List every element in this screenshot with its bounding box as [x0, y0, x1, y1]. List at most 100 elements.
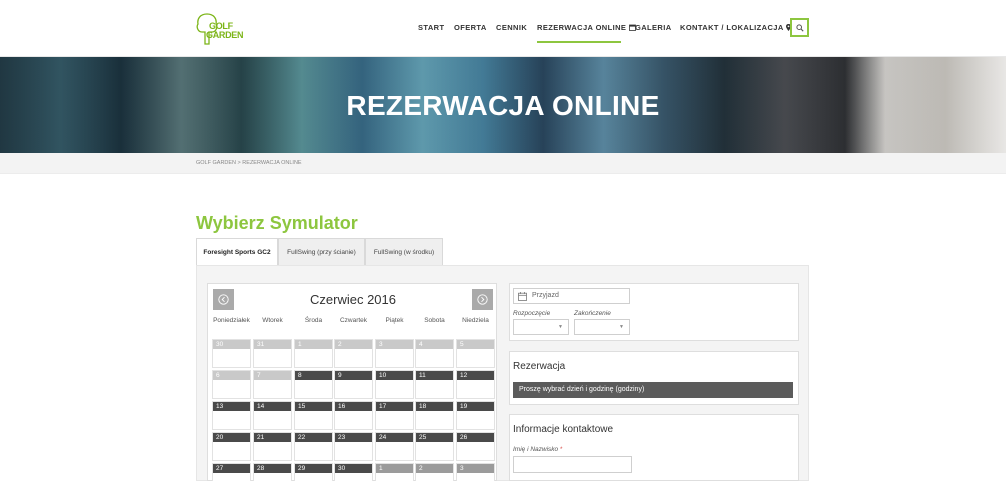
nav-oferta[interactable]: OFERTA [454, 23, 487, 32]
calendar-day-number: 30 [213, 340, 250, 349]
search-icon [795, 23, 804, 32]
contact-info-title: Informacje kontaktowe [513, 424, 614, 435]
day-of-week-header: Sobota [424, 317, 445, 324]
calendar-day-number: 22 [295, 433, 332, 442]
calendar-day-cell[interactable]: 10 [375, 370, 414, 399]
name-input[interactable] [513, 456, 632, 473]
calendar-day-number: 6 [213, 371, 250, 380]
calendar-day-cell[interactable]: 9 [334, 370, 373, 399]
calendar-day-cell[interactable]: 16 [334, 401, 373, 430]
calendar-day-number: 1 [295, 340, 332, 349]
calendar-day-cell[interactable]: 11 [415, 370, 454, 399]
nav-rezerwacja-online[interactable]: REZERWACJA ONLINE [537, 23, 636, 32]
calendar-day-number: 21 [254, 433, 291, 442]
calendar-day-cell[interactable]: 12 [456, 370, 495, 399]
main-nav: START OFERTA CENNIK REZERWACJA ONLINE GA… [0, 23, 1006, 35]
calendar-day-cell[interactable]: 21 [253, 432, 292, 461]
calendar-day-cell: 3 [375, 339, 414, 368]
breadcrumb[interactable]: GOLF GARDEN > REZERWACJA ONLINE [196, 160, 302, 166]
calendar-day-number: 20 [213, 433, 250, 442]
chevron-down-icon: ▼ [619, 324, 624, 330]
calendar-day-cell: 3 [456, 463, 495, 481]
calendar-day-cell: 2 [334, 339, 373, 368]
calendar-day-number: 8 [295, 371, 332, 380]
tab-fullswing-middle[interactable]: FullSwing (w środku) [365, 238, 443, 265]
day-of-week-header: Środa [304, 317, 323, 324]
calendar-day-cell: 4 [415, 339, 454, 368]
end-time-label: Zakończenie [574, 310, 611, 317]
reservation-message-bar: Proszę wybrać dzień i godzinę (godziny) [513, 382, 793, 398]
calendar-day-number: 3 [376, 340, 413, 349]
name-field-label: Imię i Nazwisko * [513, 446, 563, 453]
calendar-day-cell[interactable]: 13 [212, 401, 251, 430]
calendar-day-cell[interactable]: 28 [253, 463, 292, 481]
calendar-day-number: 2 [416, 464, 453, 473]
calendar-day-cell: 1 [375, 463, 414, 481]
calendar-day-number: 13 [213, 402, 250, 411]
calendar-day-number: 24 [376, 433, 413, 442]
calendar-day-number: 25 [416, 433, 453, 442]
calendar-day-number: 14 [254, 402, 291, 411]
search-button[interactable] [790, 18, 809, 37]
tab-foresight-gc2[interactable]: Foresight Sports GC2 [196, 238, 278, 266]
end-time-select[interactable]: ▼ [574, 319, 630, 335]
nav-kontakt[interactable]: KONTAKT / LOKALIZACJA [680, 23, 791, 32]
calendar-day-cell[interactable]: 15 [294, 401, 333, 430]
calendar-day-cell[interactable]: 23 [334, 432, 373, 461]
calendar-day-cell[interactable]: 29 [294, 463, 333, 481]
calendar-day-number: 28 [254, 464, 291, 473]
calendar-day-number: 15 [295, 402, 332, 411]
calendar-day-cell: 2 [415, 463, 454, 481]
calendar-day-cell[interactable]: 26 [456, 432, 495, 461]
calendar-day-cell[interactable]: 20 [212, 432, 251, 461]
reservation-message: Proszę wybrać dzień i godzinę (godziny) [519, 386, 645, 393]
site-header: GOLF GARDEN START OFERTA CENNIK REZERWAC… [0, 0, 1006, 57]
calendar-day-number: 7 [254, 371, 291, 380]
calendar-day-cell[interactable]: 18 [415, 401, 454, 430]
start-time-select[interactable]: ▼ [513, 319, 569, 335]
calendar-day-number: 12 [457, 371, 494, 380]
calendar-day-number: 19 [457, 402, 494, 411]
day-of-week-header: Piątek [385, 317, 404, 324]
arrival-date-input[interactable]: Przyjazd [513, 288, 630, 304]
calendar-day-cell[interactable]: 30 [334, 463, 373, 481]
calendar-day-cell[interactable]: 17 [375, 401, 414, 430]
nav-cennik[interactable]: CENNIK [496, 23, 527, 32]
calendar-day-cell[interactable]: 14 [253, 401, 292, 430]
calendar-day-number: 29 [295, 464, 332, 473]
arrival-placeholder: Przyjazd [532, 292, 559, 299]
calendar-month-title: Czerwiec 2016 [310, 292, 396, 307]
calendar-day-cell[interactable]: 8 [294, 370, 333, 399]
page-title: REZERWACJA ONLINE [346, 90, 660, 121]
nav-rezerwacja-label: REZERWACJA ONLINE [537, 23, 627, 32]
calendar-day-cell[interactable]: 19 [456, 401, 495, 430]
name-label-text: Imię i Nazwisko [513, 446, 559, 453]
calendar: Czerwiec 2016 Poniedziałek Wtorek Środa Czw… [207, 283, 497, 481]
calendar-day-cell: 5 [456, 339, 495, 368]
day-of-week-header: Niedziela [462, 317, 489, 324]
next-month-button[interactable] [472, 289, 493, 310]
reservation-title: Rezerwacja [513, 361, 566, 372]
calendar-icon [518, 292, 527, 301]
chevron-down-icon: ▼ [558, 324, 563, 330]
start-time-label: Rozpoczęcie [513, 310, 551, 317]
calendar-day-number: 23 [335, 433, 372, 442]
calendar-day-number: 26 [457, 433, 494, 442]
section-title: Wybierz Symulator [196, 213, 358, 233]
calendar-day-cell[interactable]: 24 [375, 432, 414, 461]
calendar-day-number: 27 [213, 464, 250, 473]
nav-galeria[interactable]: GALERIA [635, 23, 672, 32]
calendar-day-number: 30 [335, 464, 372, 473]
calendar-day-number: 9 [335, 371, 372, 380]
day-of-week-header: Czwartek [339, 317, 368, 324]
calendar-day-number: 11 [416, 371, 453, 380]
calendar-day-cell[interactable]: 25 [415, 432, 454, 461]
tab-fullswing-wall[interactable]: FullSwing (przy ścianie) [278, 238, 365, 265]
calendar-day-cell: 6 [212, 370, 251, 399]
calendar-day-number: 1 [376, 464, 413, 473]
active-nav-underline [537, 41, 621, 43]
calendar-day-cell[interactable]: 22 [294, 432, 333, 461]
calendar-day-cell: 7 [253, 370, 292, 399]
calendar-day-cell[interactable]: 27 [212, 463, 251, 481]
nav-start[interactable]: START [418, 23, 444, 32]
